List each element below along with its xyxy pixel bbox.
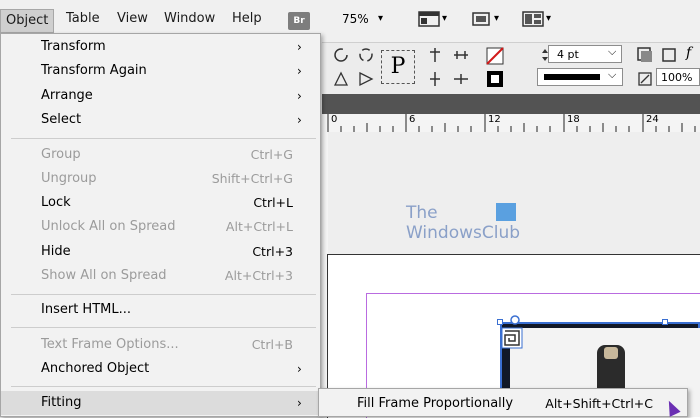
arrange-documents-icon[interactable] [522,10,544,28]
submenu-arrow-icon: › [297,40,302,54]
menu-item-unlock-all[interactable]: Unlock All on Spread Alt+Ctrl+L [1,215,320,239]
menu-item-ungroup[interactable]: Ungroup Shift+Ctrl+G [1,167,320,191]
rotate-clockwise-icon[interactable] [332,46,350,64]
selection-handle[interactable] [497,319,503,325]
menu-item-lock[interactable]: Lock Ctrl+L [1,191,320,215]
menu-shortcut: Ctrl+3 [252,244,293,259]
menu-item-label: Hide [41,244,71,259]
menu-item-label: Anchored Object [41,361,150,376]
menu-item-label: Fill Frame Proportionally [357,396,514,411]
arrange-documents-caret-icon[interactable]: ▾ [546,13,551,24]
watermark-line2: WindowsClub [406,223,521,243]
menu-help[interactable]: Help [232,11,262,26]
menu-item-label: Show All on Spread [41,268,167,283]
align-bottom-icon[interactable] [452,70,470,88]
submenu-arrow-icon: › [297,89,302,103]
zoom-level[interactable]: 75% [342,12,369,26]
menu-item-arrange[interactable]: Arrange › [1,84,320,108]
screen-mode-icon[interactable] [470,10,492,28]
submenu-arrow-icon: › [297,396,302,410]
menu-item-show-all[interactable]: Show All on Spread Alt+Ctrl+3 [1,264,320,288]
ruler-label: 18 [567,114,580,125]
menu-shortcut: Ctrl+G [250,147,293,162]
menu-item-label: Text Frame Options... [41,337,179,352]
scale-icon[interactable] [636,70,654,88]
menu-item-label: Transform [41,39,106,54]
menu-table[interactable]: Table [66,11,100,26]
submenu-arrow-icon: › [297,64,302,78]
stroke-type-caret-icon[interactable]: ⌵ [608,68,616,82]
view-options-caret-icon[interactable]: ▾ [442,13,447,24]
menu-item-label: Lock [41,195,71,210]
menu-shortcut: Alt+Ctrl+L [225,219,293,234]
selection-handle[interactable] [662,319,668,325]
horizontal-ruler[interactable]: 0 6 12 18 24 [322,114,700,133]
menu-item-label: Select [41,112,82,127]
menu-item-label: Insert HTML... [41,302,131,317]
rotate-counterclockwise-icon[interactable] [357,46,375,64]
menu-item-label: Ungroup [41,171,97,186]
menu-item-fitting[interactable]: Fitting › [1,391,320,415]
flip-vertical-icon[interactable] [357,70,375,88]
menu-separator [11,327,316,328]
menu-item-hide[interactable]: Hide Ctrl+3 [1,240,320,264]
content-grabber-icon[interactable] [501,327,523,349]
ruler-label: 24 [646,114,659,125]
opacity-field[interactable]: 100% [656,68,700,86]
menu-item-anchored-object[interactable]: Anchored Object › [1,357,320,381]
menu-window[interactable]: Window [164,11,215,26]
zoom-caret-icon[interactable]: ▾ [378,13,383,24]
text-frame-icon[interactable]: P [381,50,415,84]
menu-item-insert-html[interactable]: Insert HTML... [1,298,320,322]
menu-item-transform[interactable]: Transform › [1,35,320,59]
view-options-icon[interactable] [418,10,440,28]
menu-shortcut: Shift+Ctrl+G [211,171,293,186]
menu-item-label: Fitting [41,395,82,410]
ruler-label: 0 [331,114,338,125]
menu-item-transform-again[interactable]: Transform Again › [1,59,320,83]
submenu-arrow-icon: › [297,362,302,376]
menu-separator [11,386,316,387]
bottle-cap-image [604,347,618,359]
document-tab-bar [322,94,700,114]
menu-view[interactable]: View [117,11,148,26]
align-top-icon[interactable] [426,46,444,64]
fill-none-icon[interactable] [486,47,504,65]
menu-item-select[interactable]: Select › [1,108,320,132]
frame-link-icon[interactable] [508,315,522,325]
object-menu: Transform › Transform Again › Arrange › … [0,33,321,417]
menu-object[interactable]: Object [0,9,55,33]
menu-item-label: Arrange [41,88,93,103]
shadow-icon[interactable] [660,46,678,64]
stroke-color-icon[interactable] [486,70,504,88]
menu-separator [11,138,316,139]
menu-shortcut: Alt+Ctrl+3 [224,268,293,283]
menu-item-group[interactable]: Group Ctrl+G [1,143,320,167]
menu-item-label: Unlock All on Spread [41,219,176,234]
menu-item-label: Transform Again [41,63,147,78]
align-center-icon[interactable] [426,70,444,88]
menu-item-fill-frame-proportionally[interactable]: Fill Frame Proportionally Alt+Shift+Ctrl… [319,392,687,416]
bridge-button[interactable]: Br [288,12,310,30]
ruler-ticks [327,114,696,132]
ruler-label: 12 [488,114,501,125]
ruler-label: 6 [409,114,416,125]
fitting-submenu: Fill Frame Proportionally Alt+Shift+Ctrl… [318,388,688,417]
menu-separator [11,294,316,295]
watermark-logo [496,203,516,221]
submenu-arrow-icon: › [297,113,302,127]
stroke-weight-caret-icon[interactable]: ⌵ [608,45,616,59]
menu-item-text-frame-options[interactable]: Text Frame Options... Ctrl+B [1,333,320,357]
fx-icon[interactable]: f [686,45,691,61]
menu-shortcut: Ctrl+L [253,195,293,210]
screen-mode-caret-icon[interactable]: ▾ [494,13,499,24]
distribute-icon[interactable] [452,46,470,64]
menu-item-label: Group [41,147,81,162]
menu-shortcut: Alt+Shift+Ctrl+C [545,396,653,411]
menu-shortcut: Ctrl+B [251,337,293,352]
flip-horizontal-icon[interactable] [332,70,350,88]
effects-icon[interactable] [636,46,654,64]
